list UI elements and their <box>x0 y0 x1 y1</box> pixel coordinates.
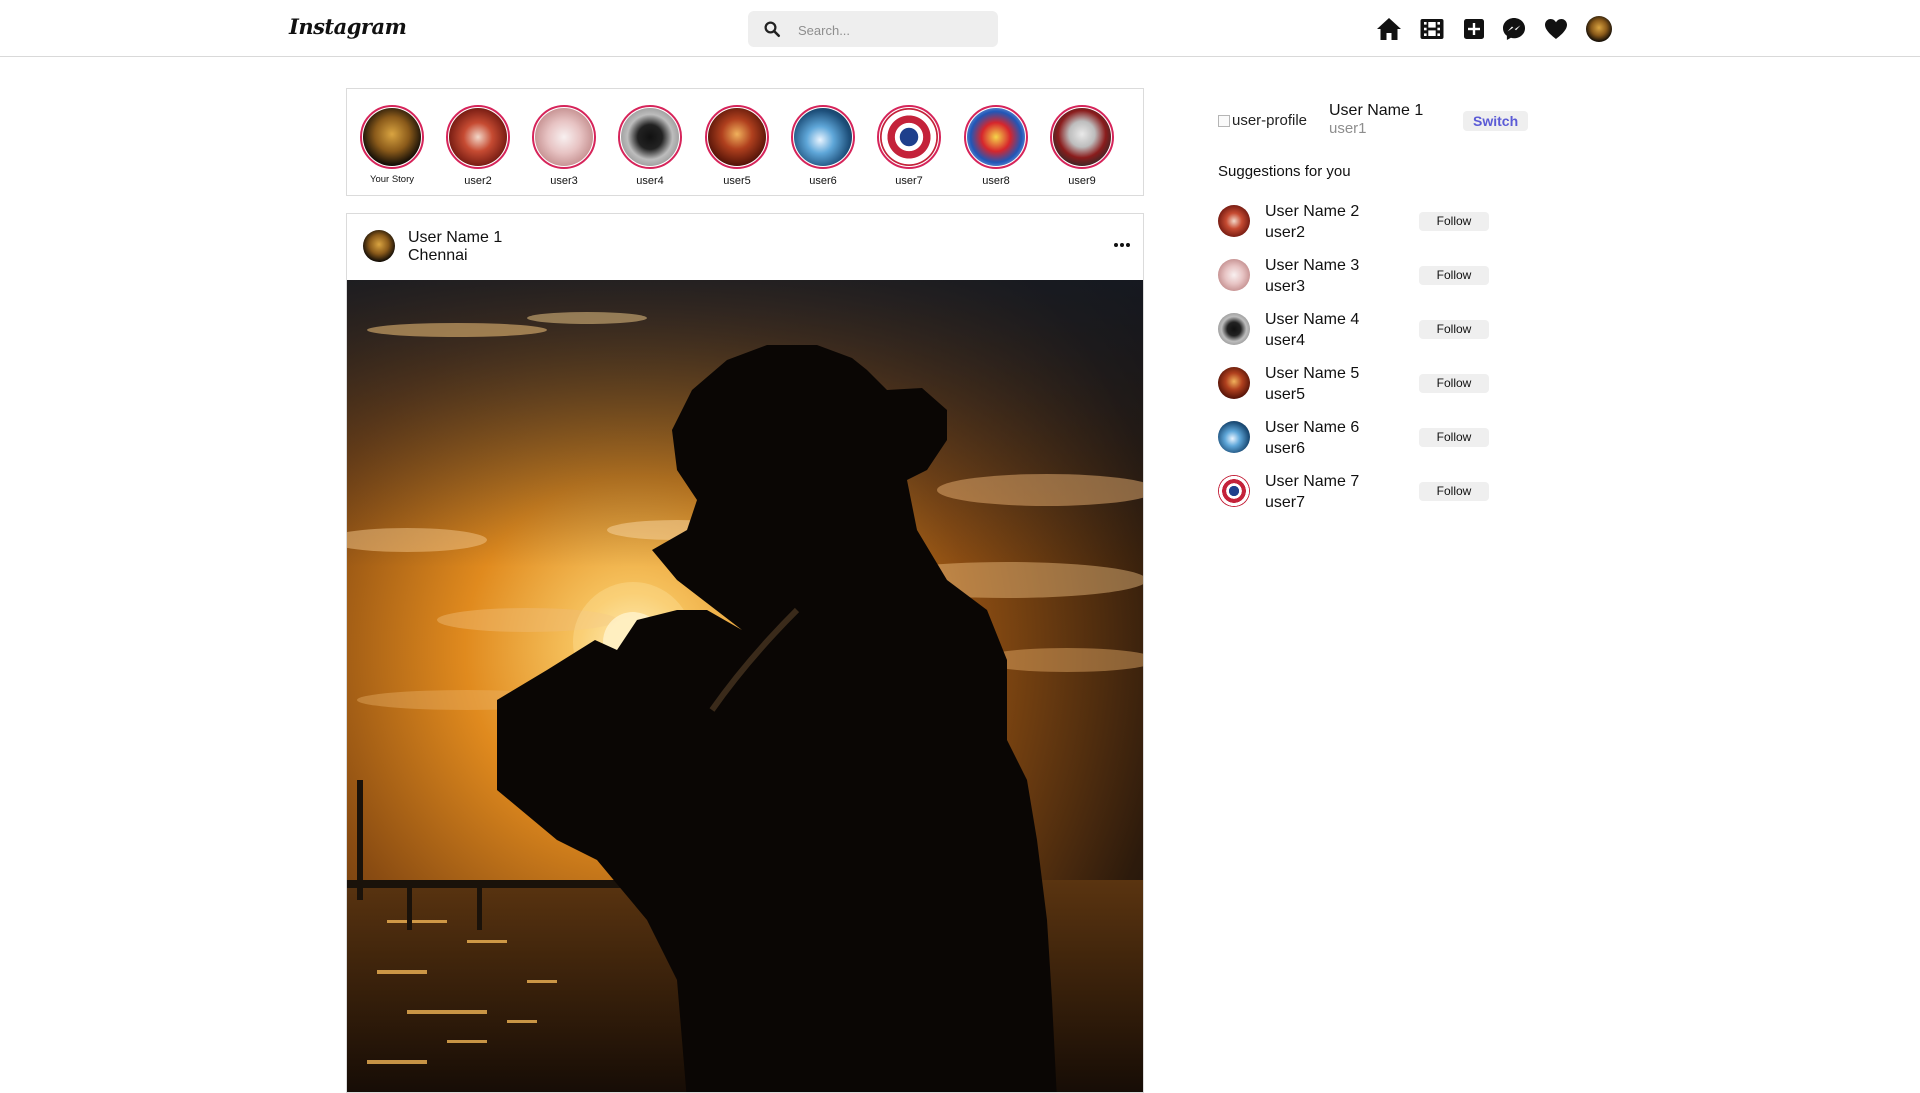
story-label: user5 <box>723 175 751 187</box>
image-alt-text: user-profile <box>1232 112 1308 129</box>
suggestion-username: user3 <box>1265 278 1306 295</box>
story-label: user8 <box>982 175 1010 187</box>
post-location[interactable]: Chennai <box>408 247 502 265</box>
follow-button[interactable]: Follow <box>1419 374 1489 393</box>
messenger-icon[interactable] <box>1501 16 1527 42</box>
search-input[interactable] <box>796 11 990 49</box>
story-avatar <box>880 108 938 166</box>
suggestion-avatar[interactable] <box>1218 259 1250 291</box>
user-profile-image[interactable]: user-profile <box>1218 112 1307 129</box>
current-user-card: user-profile User Name 1 user1 Switch <box>1218 100 1538 145</box>
post-header: User Name 1 Chennai <box>347 214 1143 280</box>
suggestion-item: User Name 4 user4 Follow <box>1218 310 1518 364</box>
story-item[interactable]: user9 <box>1050 105 1114 187</box>
post-author-avatar[interactable] <box>363 230 395 262</box>
heart-icon[interactable] <box>1543 16 1569 42</box>
suggestion-item: User Name 6 user6 Follow <box>1218 418 1518 472</box>
avatar <box>1586 16 1612 42</box>
search-box[interactable] <box>748 11 998 49</box>
story-avatar <box>1053 108 1111 166</box>
suggestion-avatar[interactable] <box>1218 475 1250 507</box>
story-label: user7 <box>895 175 923 187</box>
broken-image-icon <box>1218 115 1230 128</box>
suggestion-item: User Name 3 user3 Follow <box>1218 256 1518 310</box>
suggestion-username: user6 <box>1265 440 1306 457</box>
suggestion-name[interactable]: User Name 2 <box>1265 202 1359 221</box>
switch-account-button[interactable]: Switch <box>1463 111 1529 131</box>
create-post-icon[interactable] <box>1461 16 1487 42</box>
suggestion-avatar[interactable] <box>1218 421 1250 453</box>
suggestion-name[interactable]: User Name 4 <box>1265 310 1359 329</box>
suggestion-username: user4 <box>1265 332 1306 349</box>
story-avatar <box>967 108 1025 166</box>
follow-button[interactable]: Follow <box>1419 482 1489 501</box>
story-label: user9 <box>1068 175 1096 187</box>
story-avatar <box>363 108 421 166</box>
follow-button[interactable]: Follow <box>1419 320 1489 339</box>
more-options-icon[interactable] <box>1112 240 1132 250</box>
story-avatar <box>449 108 507 166</box>
story-item[interactable]: user8 <box>964 105 1028 187</box>
suggestion-username: user2 <box>1265 224 1306 241</box>
story-label: user3 <box>550 175 578 187</box>
suggestion-name[interactable]: User Name 7 <box>1265 472 1359 491</box>
story-item[interactable]: user6 <box>791 105 855 187</box>
story-item[interactable]: Your Story <box>360 105 424 185</box>
suggestion-name[interactable]: User Name 3 <box>1265 256 1359 275</box>
top-navbar: Instagram <box>0 0 1920 57</box>
story-item[interactable]: user7 <box>877 105 941 187</box>
story-label: Your Story <box>369 174 414 185</box>
stories-bar: Your Story user2 user3 user4 user5 user6… <box>346 88 1144 196</box>
follow-button[interactable]: Follow <box>1419 428 1489 447</box>
story-avatar <box>794 108 852 166</box>
feed-post: User Name 1 Chennai <box>346 213 1144 1093</box>
profile-avatar-icon[interactable] <box>1586 16 1612 42</box>
suggestion-avatar[interactable] <box>1218 313 1250 345</box>
suggestion-avatar[interactable] <box>1218 205 1250 237</box>
story-avatar <box>535 108 593 166</box>
suggestion-avatar[interactable] <box>1218 367 1250 399</box>
suggestions-title: Suggestions for you <box>1218 163 1351 180</box>
post-image[interactable] <box>347 280 1143 1092</box>
story-item[interactable]: user5 <box>705 105 769 187</box>
suggestions-list: User Name 2 user2 Follow User Name 3 use… <box>1218 202 1518 526</box>
post-author: User Name 1 Chennai <box>408 229 502 265</box>
suggestion-username: user7 <box>1265 494 1306 511</box>
search-icon <box>764 21 781 38</box>
instagram-logo[interactable]: Instagram <box>289 14 407 39</box>
suggestion-name[interactable]: User Name 6 <box>1265 418 1359 437</box>
profile-name[interactable]: User Name 1 <box>1329 102 1423 120</box>
follow-button[interactable]: Follow <box>1419 266 1489 285</box>
suggestion-item: User Name 5 user5 Follow <box>1218 364 1518 418</box>
story-item[interactable]: user2 <box>446 105 510 187</box>
sunset-silhouette-photo <box>347 280 1143 1092</box>
profile-username: user1 <box>1329 120 1367 137</box>
story-label: user4 <box>636 175 664 187</box>
follow-button[interactable]: Follow <box>1419 212 1489 231</box>
home-icon[interactable] <box>1376 16 1402 42</box>
story-item[interactable]: user4 <box>618 105 682 187</box>
suggestion-name[interactable]: User Name 5 <box>1265 364 1359 383</box>
suggestion-item: User Name 7 user7 Follow <box>1218 472 1518 526</box>
reels-icon[interactable] <box>1419 16 1445 42</box>
suggestion-item: User Name 2 user2 Follow <box>1218 202 1518 256</box>
story-item[interactable]: user3 <box>532 105 596 187</box>
story-avatar <box>708 108 766 166</box>
story-avatar <box>621 108 679 166</box>
story-label: user6 <box>809 175 837 187</box>
story-label: user2 <box>464 175 492 187</box>
post-username[interactable]: User Name 1 <box>408 229 502 247</box>
suggestion-username: user5 <box>1265 386 1306 403</box>
